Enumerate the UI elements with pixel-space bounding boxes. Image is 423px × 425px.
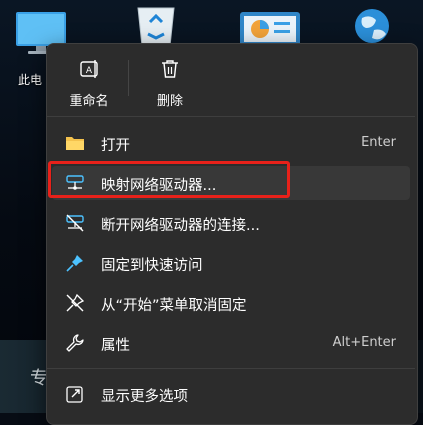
pin-icon — [66, 255, 83, 272]
context-menu: A 重命名 删除 打开 Enter 映射网络驱动器... 断开网络驱动器的连接.… — [46, 43, 418, 425]
menu-divider — [47, 116, 415, 117]
wrench-icon — [66, 334, 84, 352]
menu-item-show-more-options[interactable]: 显示更多选项 — [52, 377, 410, 411]
rename-icon: A — [80, 60, 98, 78]
disconnect-drive-icon — [66, 214, 84, 232]
menu-item-label: 从“开始”菜单取消固定 — [101, 298, 247, 314]
menu-item-label: 打开 — [101, 138, 130, 154]
rename-label: 重命名 — [69, 94, 109, 109]
menu-item-properties[interactable]: 属性 Alt+Enter — [52, 326, 410, 360]
rename-button[interactable]: A 重命名 — [61, 56, 117, 112]
menu-item-label: 断开网络驱动器的连接... — [101, 218, 260, 234]
menu-item-shortcut: Alt+Enter — [332, 335, 396, 350]
svg-text:A: A — [86, 66, 93, 76]
menu-item-pin-quick-access[interactable]: 固定到快速访问 — [52, 246, 410, 280]
menu-item-unpin-start[interactable]: 从“开始”菜单取消固定 — [52, 286, 410, 320]
menu-divider — [47, 368, 415, 369]
menu-item-label: 显示更多选项 — [101, 389, 188, 405]
menu-item-label: 属性 — [101, 338, 130, 354]
this-pc-label[interactable]: 此电 — [18, 71, 42, 88]
menu-item-open[interactable]: 打开 Enter — [52, 126, 410, 160]
delete-label: 删除 — [156, 94, 183, 109]
delete-button[interactable]: 删除 — [142, 56, 198, 112]
menu-item-label: 固定到快速访问 — [101, 258, 203, 274]
control-panel-icon[interactable] — [238, 8, 302, 48]
network-globe-icon[interactable] — [352, 6, 392, 46]
share-arrow-icon — [66, 386, 83, 403]
trash-icon — [162, 60, 178, 78]
menu-item-disconnect-network-drive[interactable]: 断开网络驱动器的连接... — [52, 206, 410, 240]
unpin-icon — [66, 293, 85, 312]
folder-icon — [66, 137, 84, 150]
menu-item-shortcut: Enter — [361, 135, 396, 150]
highlight-annotation-box — [48, 161, 290, 198]
recycle-bin-icon[interactable] — [130, 4, 182, 48]
toolbar-divider — [128, 60, 129, 96]
